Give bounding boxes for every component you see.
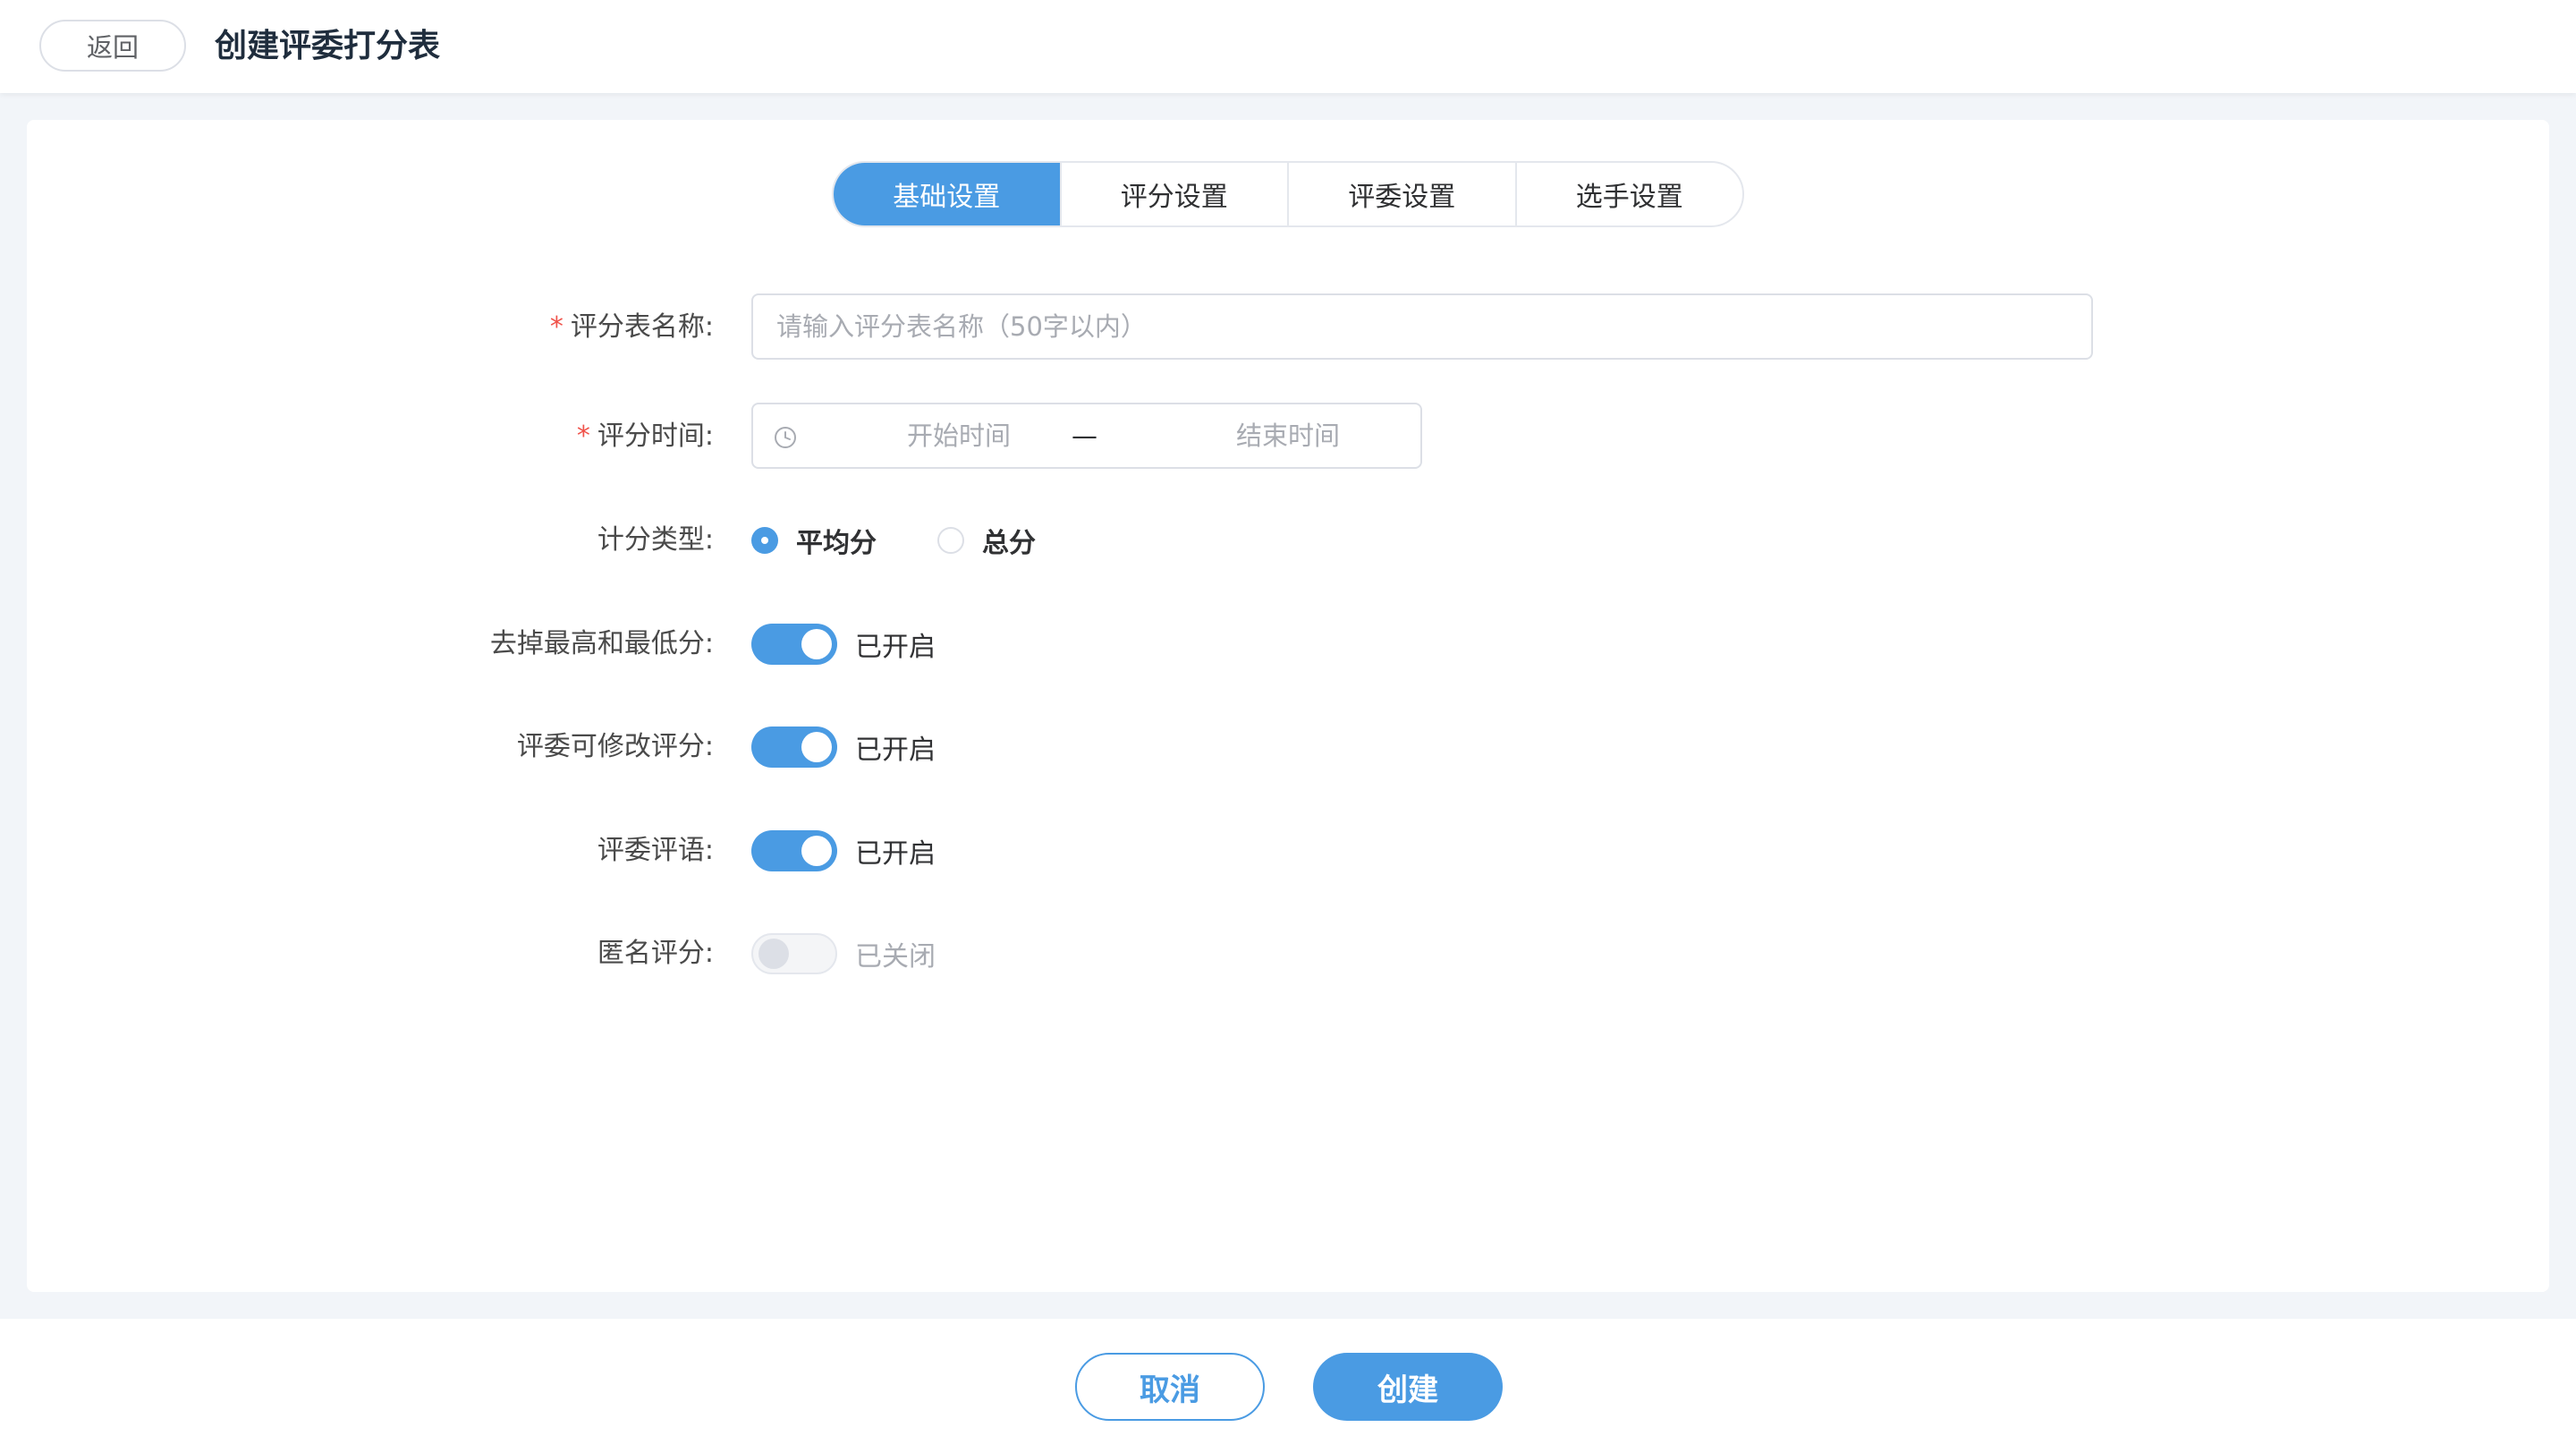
form-row-name: * 评分表名称: (0, 293, 2576, 361)
judge-modify-toggle[interactable] (751, 726, 837, 768)
footer-bar: 取消 创建 (0, 1319, 2576, 1453)
judge-comments-label: 评委评语: (597, 835, 714, 866)
cancel-button[interactable]: 取消 (1075, 1353, 1265, 1421)
tab-contestant-settings[interactable]: 选手设置 (1514, 163, 1743, 225)
clock-icon (775, 427, 796, 448)
settings-tabs: 基础设置 评分设置 评委设置 选手设置 (832, 161, 1744, 227)
score-type-radio-group: 平均分 总分 (751, 506, 1097, 574)
form-row-score-type: 计分类型: 平均分 总分 (0, 506, 2576, 574)
judge-modify-field: 已开启 (751, 713, 936, 781)
form-row-anonymous: 匿名评分: 已关闭 (0, 920, 2576, 988)
drop-extremes-field: 已开启 (751, 610, 936, 678)
judge-modify-label: 评委可修改评分: (516, 731, 714, 762)
top-bar: 返回 创建评委打分表 (0, 0, 2576, 93)
radio-average-circle[interactable] (751, 527, 778, 554)
name-field-wrap (751, 293, 2093, 361)
anonymous-toggle[interactable] (751, 933, 837, 974)
back-button[interactable]: 返回 (39, 20, 186, 72)
judge-comments-status: 已开启 (855, 838, 936, 870)
judge-comments-field: 已开启 (751, 817, 936, 885)
required-mark: * (549, 311, 564, 343)
form-row-time: * 评分时间: 开始时间 — 结束时间 (0, 403, 2576, 471)
toggle-knob (801, 732, 832, 762)
create-button[interactable]: 创建 (1313, 1353, 1503, 1421)
start-time-input[interactable]: 开始时间 (860, 404, 1057, 467)
anonymous-field: 已关闭 (751, 920, 936, 988)
radio-average-label: 平均分 (796, 528, 877, 559)
anonymous-label: 匿名评分: (597, 938, 714, 969)
radio-average[interactable]: 平均分 (751, 521, 877, 560)
score-type-label: 计分类型: (597, 524, 714, 556)
radio-total-label: 总分 (982, 528, 1036, 559)
page-title: 创建评委打分表 (215, 28, 441, 64)
drop-extremes-status: 已开启 (855, 632, 936, 663)
score-type-field: 平均分 总分 (751, 506, 1097, 574)
drop-extremes-toggle[interactable] (751, 624, 837, 665)
tab-score-settings[interactable]: 评分设置 (1059, 163, 1288, 225)
time-label: * 评分时间: (576, 421, 714, 452)
scoresheet-name-input[interactable] (751, 293, 2093, 360)
toggle-knob (801, 629, 832, 659)
judge-comments-toggle[interactable] (751, 830, 837, 871)
toggle-knob (758, 939, 789, 969)
required-mark: * (576, 421, 590, 452)
radio-total-circle[interactable] (937, 527, 964, 554)
anonymous-status: 已关闭 (855, 941, 936, 973)
radio-total[interactable]: 总分 (937, 521, 1036, 560)
date-range-picker[interactable]: 开始时间 — 结束时间 (751, 403, 1422, 469)
toggle-knob (801, 836, 832, 866)
name-label: * 评分表名称: (549, 311, 714, 343)
tab-judge-settings[interactable]: 评委设置 (1287, 163, 1515, 225)
form-row-judge-comments: 评委评语: 已开启 (0, 817, 2576, 885)
time-field-wrap: 开始时间 — 结束时间 (751, 403, 1422, 471)
form-row-drop-extremes: 去掉最高和最低分: 已开启 (0, 610, 2576, 678)
judge-modify-status: 已开启 (855, 735, 936, 766)
range-separator: — (1072, 421, 1097, 451)
drop-extremes-label: 去掉最高和最低分: (489, 628, 714, 659)
end-time-input[interactable]: 结束时间 (1190, 404, 1386, 467)
form-row-judge-modify: 评委可修改评分: 已开启 (0, 713, 2576, 781)
tab-basic-settings[interactable]: 基础设置 (834, 163, 1060, 225)
